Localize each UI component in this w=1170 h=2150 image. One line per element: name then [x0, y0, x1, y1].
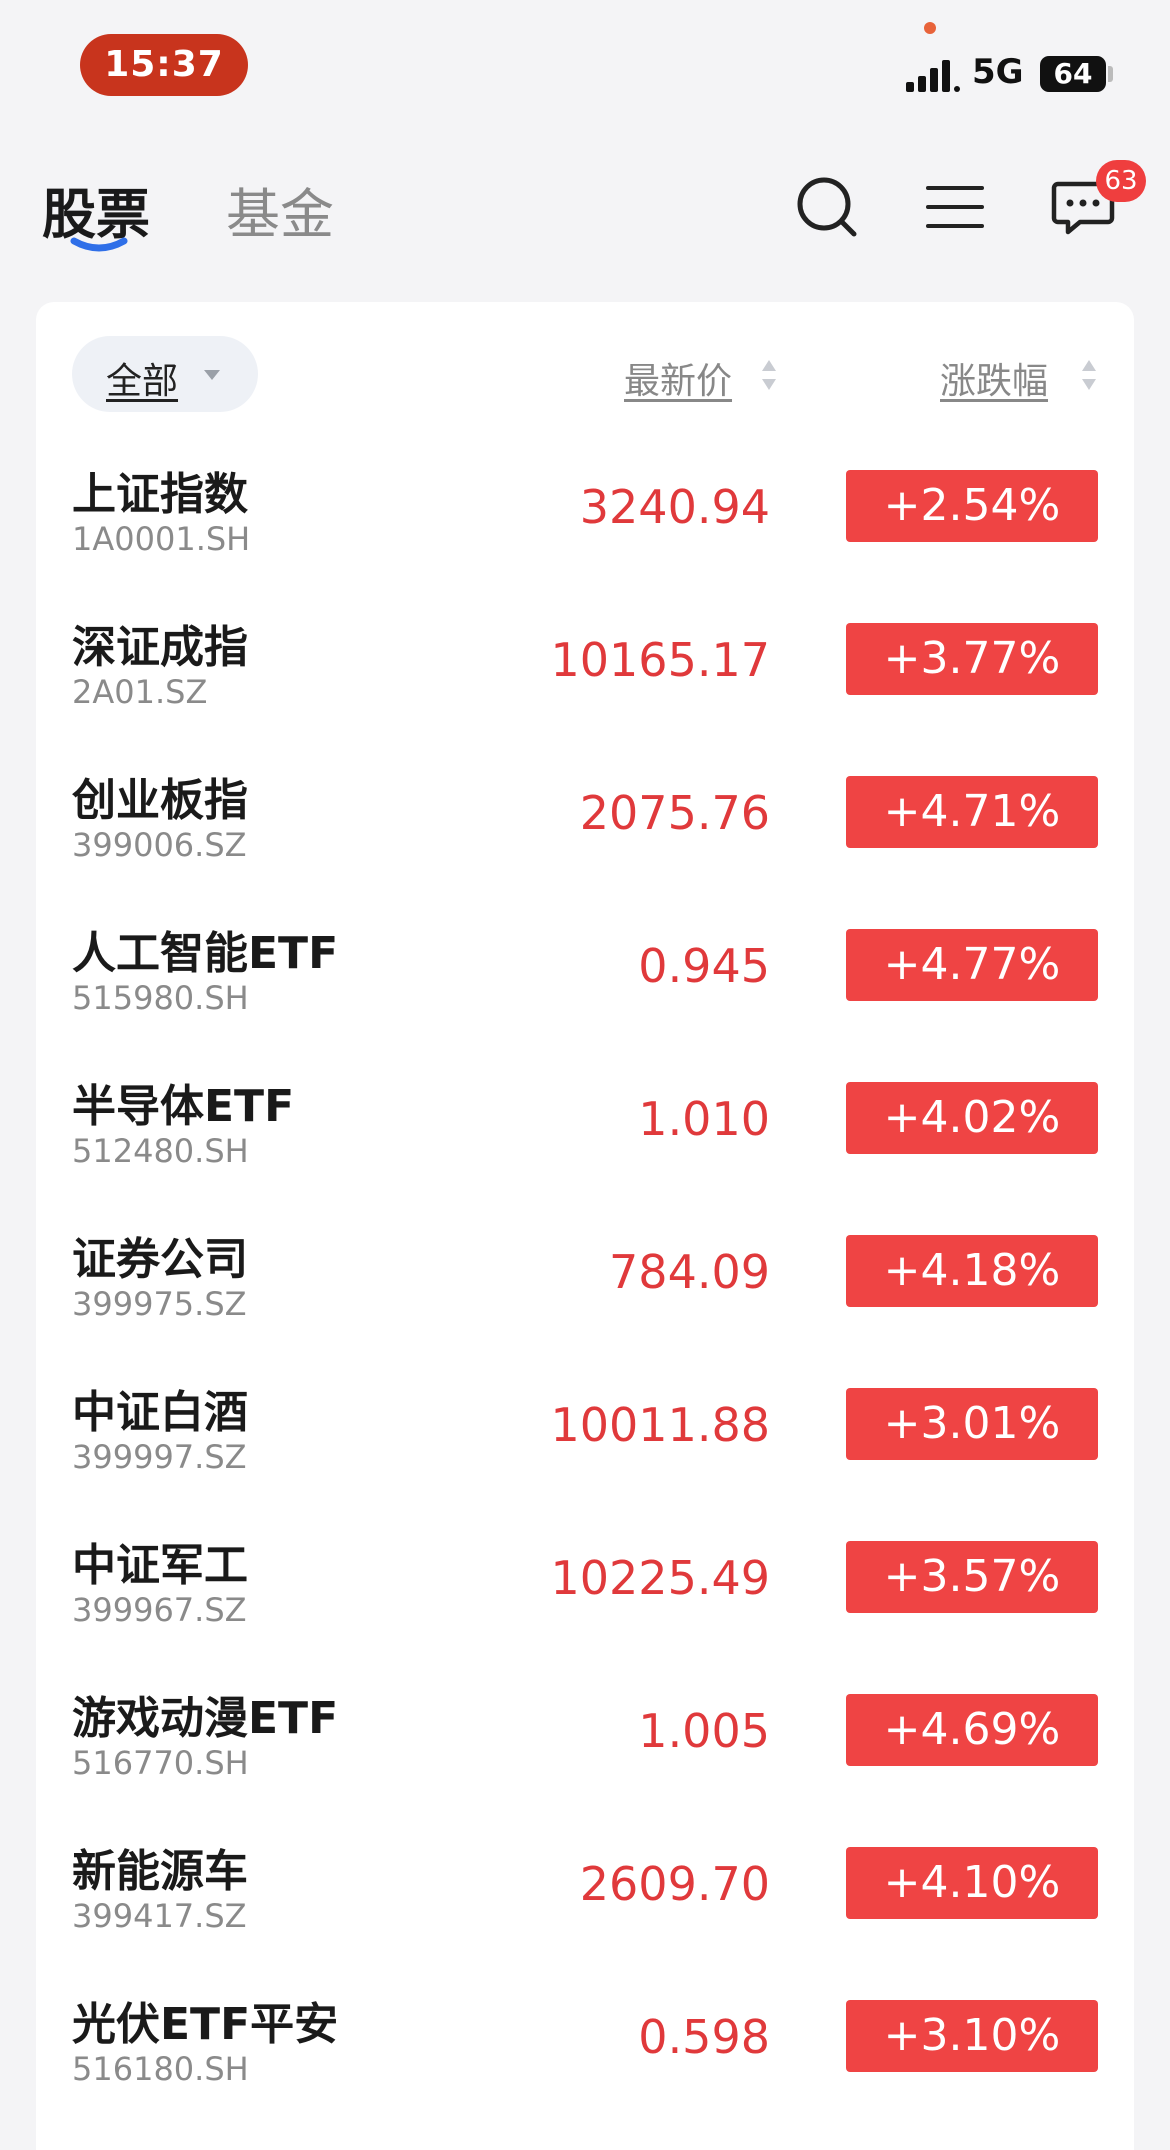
- stock-change-badge[interactable]: +3.57%: [846, 1541, 1098, 1613]
- stock-price: 3240.94: [579, 480, 770, 534]
- tab-active-indicator: [70, 237, 128, 252]
- menu-icon[interactable]: [922, 174, 988, 240]
- stock-change-badge[interactable]: +4.10%: [846, 1847, 1098, 1919]
- stock-code: 399006.SZ: [72, 826, 247, 864]
- battery-tip: [1108, 66, 1113, 82]
- stock-name: 半导体ETF: [72, 1081, 295, 1132]
- stock-name: 游戏动漫ETF: [72, 1693, 339, 1744]
- top-header: 股票 基金 63: [0, 150, 1170, 270]
- stock-row[interactable]: 中证军工 399967.SZ 10225.49 +3.57%: [36, 1517, 1134, 1670]
- stock-name: 中证军工: [72, 1540, 248, 1591]
- stock-row[interactable]: 深证成指 2A01.SZ 10165.17 +3.77%: [36, 599, 1134, 752]
- stock-code: 399967.SZ: [72, 1591, 247, 1629]
- stock-price: 10011.88: [550, 1398, 771, 1452]
- stock-change-badge[interactable]: +4.71%: [846, 776, 1098, 848]
- stock-name: 证券公司: [72, 1234, 248, 1285]
- stock-price: 1.010: [638, 1092, 770, 1146]
- stock-row[interactable]: 人工智能ETF 515980.SH 0.945 +4.77%: [36, 905, 1134, 1058]
- stock-code: 399417.SZ: [72, 1897, 247, 1935]
- stock-row[interactable]: 上证指数 1A0001.SH 3240.94 +2.54%: [36, 446, 1134, 599]
- stock-change-badge[interactable]: +3.01%: [846, 1388, 1098, 1460]
- search-icon[interactable]: [794, 174, 860, 240]
- recording-indicator-icon: [924, 22, 936, 34]
- stock-price: 10225.49: [550, 1551, 771, 1605]
- stock-name: 深证成指: [72, 622, 248, 673]
- filter-label: 全部: [106, 361, 179, 402]
- stock-name: 新能源车: [72, 1846, 248, 1897]
- stock-list: 上证指数 1A0001.SH 3240.94 +2.54% 深证成指 2A01.…: [36, 446, 1134, 2129]
- stock-name: 中证白酒: [72, 1387, 248, 1438]
- stock-row[interactable]: 证券公司 399975.SZ 784.09 +4.18%: [36, 1211, 1134, 1364]
- stock-name: 创业板指: [72, 775, 248, 826]
- stock-code: 515980.SH: [72, 979, 249, 1017]
- stock-row[interactable]: 新能源车 399417.SZ 2609.70 +4.10%: [36, 1823, 1134, 1976]
- status-bar: 15:37 5G 64: [0, 0, 1170, 120]
- message-badge: 63: [1096, 160, 1146, 202]
- stock-code: 512480.SH: [72, 1132, 249, 1170]
- stock-code: 516770.SH: [72, 1744, 249, 1782]
- column-header-change[interactable]: 涨跌幅: [940, 352, 1048, 404]
- stock-change-badge[interactable]: +3.10%: [846, 2000, 1098, 2072]
- stock-code: 1A0001.SH: [72, 520, 251, 558]
- stock-name: 光伏ETF平安: [72, 1999, 339, 2050]
- signal-icon: [906, 60, 960, 92]
- stock-price: 1.005: [638, 1704, 770, 1758]
- stock-change-badge[interactable]: +4.02%: [846, 1082, 1098, 1154]
- stock-change-badge[interactable]: +4.18%: [846, 1235, 1098, 1307]
- stock-price: 10165.17: [550, 633, 771, 687]
- stock-row[interactable]: 中证白酒 399997.SZ 10011.88 +3.01%: [36, 1364, 1134, 1517]
- stock-row[interactable]: 创业板指 399006.SZ 2075.76 +4.71%: [36, 752, 1134, 905]
- network-type: 5G: [972, 52, 1024, 92]
- battery-icon: 64: [1040, 56, 1106, 92]
- tab-funds[interactable]: 基金: [226, 170, 334, 249]
- stock-name: 人工智能ETF: [72, 928, 339, 979]
- stock-price: 2075.76: [579, 786, 770, 840]
- column-header-price[interactable]: 最新价: [624, 352, 732, 404]
- sort-icon[interactable]: [1080, 358, 1098, 392]
- stock-change-badge[interactable]: +4.77%: [846, 929, 1098, 1001]
- stock-code: 399997.SZ: [72, 1438, 247, 1476]
- stock-row[interactable]: 半导体ETF 512480.SH 1.010 +4.02%: [36, 1058, 1134, 1211]
- watchlist-card: 全部 最新价 涨跌幅 上证指数 1A0001.SH 3240.94 +2.54%…: [36, 302, 1134, 2150]
- stock-price: 2609.70: [579, 1857, 770, 1911]
- stock-price: 0.598: [638, 2010, 770, 2064]
- stock-change-badge[interactable]: +2.54%: [846, 470, 1098, 542]
- stock-code: 399975.SZ: [72, 1285, 247, 1323]
- stock-price: 0.945: [638, 939, 770, 993]
- stock-price: 784.09: [609, 1245, 770, 1299]
- status-time: 15:37: [80, 34, 248, 96]
- stock-name: 上证指数: [72, 469, 248, 520]
- caret-down-icon: [204, 370, 220, 380]
- stock-change-badge[interactable]: +4.69%: [846, 1694, 1098, 1766]
- stock-code: 2A01.SZ: [72, 673, 208, 711]
- stock-change-badge[interactable]: +3.77%: [846, 623, 1098, 695]
- stock-row[interactable]: 光伏ETF平安 516180.SH 0.598 +3.10%: [36, 1976, 1134, 2129]
- stock-row[interactable]: 游戏动漫ETF 516770.SH 1.005 +4.69%: [36, 1670, 1134, 1823]
- stock-code: 516180.SH: [72, 2050, 249, 2088]
- sort-icon[interactable]: [760, 358, 778, 392]
